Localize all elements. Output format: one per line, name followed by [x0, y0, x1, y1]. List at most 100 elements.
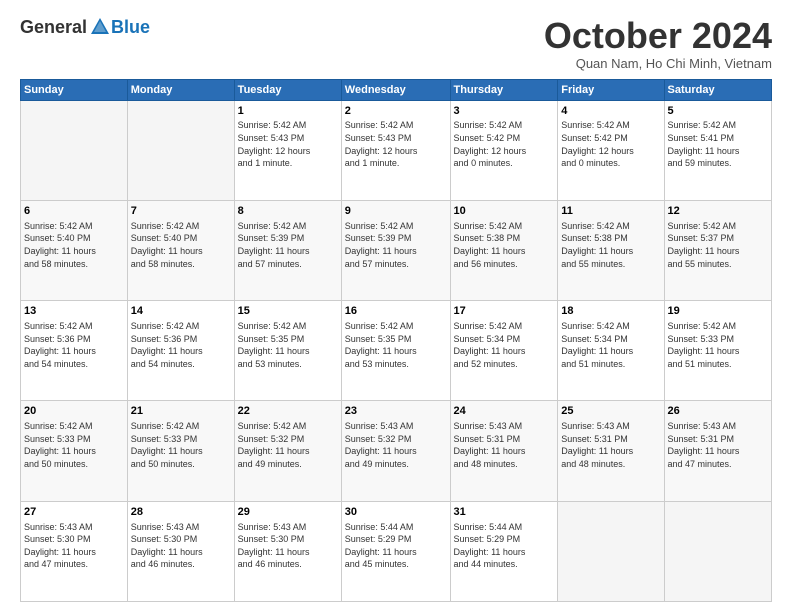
calendar-cell: 4Sunrise: 5:42 AMSunset: 5:42 PMDaylight… [558, 100, 664, 200]
day-detail: Sunrise: 5:42 AMSunset: 5:33 PMDaylight:… [131, 420, 231, 470]
calendar-cell [664, 501, 771, 601]
col-sunday: Sunday [21, 79, 128, 100]
calendar-cell: 5Sunrise: 5:42 AMSunset: 5:41 PMDaylight… [664, 100, 771, 200]
day-detail: Sunrise: 5:42 AMSunset: 5:40 PMDaylight:… [24, 220, 124, 270]
day-number: 23 [345, 404, 447, 419]
col-saturday: Saturday [664, 79, 771, 100]
day-detail: Sunrise: 5:42 AMSunset: 5:42 PMDaylight:… [454, 119, 555, 169]
day-detail: Sunrise: 5:42 AMSunset: 5:42 PMDaylight:… [561, 119, 660, 169]
subtitle: Quan Nam, Ho Chi Minh, Vietnam [544, 56, 772, 71]
day-number: 12 [668, 204, 768, 219]
day-detail: Sunrise: 5:42 AMSunset: 5:38 PMDaylight:… [454, 220, 555, 270]
day-number: 27 [24, 505, 124, 520]
day-detail: Sunrise: 5:42 AMSunset: 5:40 PMDaylight:… [131, 220, 231, 270]
day-detail: Sunrise: 5:42 AMSunset: 5:43 PMDaylight:… [345, 119, 447, 169]
calendar-table: Sunday Monday Tuesday Wednesday Thursday… [20, 79, 772, 602]
col-friday: Friday [558, 79, 664, 100]
day-detail: Sunrise: 5:42 AMSunset: 5:36 PMDaylight:… [24, 320, 124, 370]
day-number: 9 [345, 204, 447, 219]
day-detail: Sunrise: 5:42 AMSunset: 5:36 PMDaylight:… [131, 320, 231, 370]
header: General Blue October 2024 Quan Nam, Ho C… [20, 16, 772, 71]
calendar-cell: 14Sunrise: 5:42 AMSunset: 5:36 PMDayligh… [127, 301, 234, 401]
day-number: 7 [131, 204, 231, 219]
calendar-cell: 13Sunrise: 5:42 AMSunset: 5:36 PMDayligh… [21, 301, 128, 401]
day-number: 8 [238, 204, 338, 219]
calendar-cell: 30Sunrise: 5:44 AMSunset: 5:29 PMDayligh… [341, 501, 450, 601]
day-detail: Sunrise: 5:44 AMSunset: 5:29 PMDaylight:… [454, 521, 555, 571]
day-number: 10 [454, 204, 555, 219]
day-number: 25 [561, 404, 660, 419]
calendar-week-4: 20Sunrise: 5:42 AMSunset: 5:33 PMDayligh… [21, 401, 772, 501]
day-detail: Sunrise: 5:42 AMSunset: 5:34 PMDaylight:… [561, 320, 660, 370]
calendar-cell [558, 501, 664, 601]
day-number: 24 [454, 404, 555, 419]
day-number: 29 [238, 505, 338, 520]
logo-area: General Blue [20, 16, 150, 38]
day-detail: Sunrise: 5:42 AMSunset: 5:38 PMDaylight:… [561, 220, 660, 270]
calendar-cell: 10Sunrise: 5:42 AMSunset: 5:38 PMDayligh… [450, 200, 558, 300]
calendar-cell: 1Sunrise: 5:42 AMSunset: 5:43 PMDaylight… [234, 100, 341, 200]
day-number: 30 [345, 505, 447, 520]
day-detail: Sunrise: 5:42 AMSunset: 5:33 PMDaylight:… [24, 420, 124, 470]
calendar-cell: 27Sunrise: 5:43 AMSunset: 5:30 PMDayligh… [21, 501, 128, 601]
day-detail: Sunrise: 5:42 AMSunset: 5:32 PMDaylight:… [238, 420, 338, 470]
day-number: 26 [668, 404, 768, 419]
calendar-cell: 21Sunrise: 5:42 AMSunset: 5:33 PMDayligh… [127, 401, 234, 501]
calendar-cell: 2Sunrise: 5:42 AMSunset: 5:43 PMDaylight… [341, 100, 450, 200]
calendar-cell: 7Sunrise: 5:42 AMSunset: 5:40 PMDaylight… [127, 200, 234, 300]
col-thursday: Thursday [450, 79, 558, 100]
day-number: 2 [345, 104, 447, 119]
calendar-cell: 25Sunrise: 5:43 AMSunset: 5:31 PMDayligh… [558, 401, 664, 501]
day-number: 21 [131, 404, 231, 419]
day-number: 13 [24, 304, 124, 319]
calendar-cell: 19Sunrise: 5:42 AMSunset: 5:33 PMDayligh… [664, 301, 771, 401]
logo-blue: Blue [111, 17, 150, 38]
day-detail: Sunrise: 5:43 AMSunset: 5:30 PMDaylight:… [131, 521, 231, 571]
calendar-cell: 16Sunrise: 5:42 AMSunset: 5:35 PMDayligh… [341, 301, 450, 401]
col-wednesday: Wednesday [341, 79, 450, 100]
day-detail: Sunrise: 5:42 AMSunset: 5:33 PMDaylight:… [668, 320, 768, 370]
day-detail: Sunrise: 5:42 AMSunset: 5:37 PMDaylight:… [668, 220, 768, 270]
logo-icon [89, 16, 111, 38]
calendar-cell: 3Sunrise: 5:42 AMSunset: 5:42 PMDaylight… [450, 100, 558, 200]
day-number: 16 [345, 304, 447, 319]
day-number: 17 [454, 304, 555, 319]
day-number: 11 [561, 204, 660, 219]
day-detail: Sunrise: 5:43 AMSunset: 5:30 PMDaylight:… [238, 521, 338, 571]
day-detail: Sunrise: 5:43 AMSunset: 5:31 PMDaylight:… [561, 420, 660, 470]
calendar-cell: 28Sunrise: 5:43 AMSunset: 5:30 PMDayligh… [127, 501, 234, 601]
day-number: 3 [454, 104, 555, 119]
day-number: 19 [668, 304, 768, 319]
day-detail: Sunrise: 5:42 AMSunset: 5:34 PMDaylight:… [454, 320, 555, 370]
logo: General Blue [20, 16, 150, 38]
calendar-cell: 12Sunrise: 5:42 AMSunset: 5:37 PMDayligh… [664, 200, 771, 300]
day-number: 6 [24, 204, 124, 219]
day-number: 31 [454, 505, 555, 520]
calendar-cell: 15Sunrise: 5:42 AMSunset: 5:35 PMDayligh… [234, 301, 341, 401]
calendar-cell: 29Sunrise: 5:43 AMSunset: 5:30 PMDayligh… [234, 501, 341, 601]
title-area: October 2024 Quan Nam, Ho Chi Minh, Viet… [544, 16, 772, 71]
calendar-cell: 20Sunrise: 5:42 AMSunset: 5:33 PMDayligh… [21, 401, 128, 501]
calendar-week-5: 27 Sunrise: 5:43 AMSunset: 5:30 PMDayligh… [21, 501, 772, 601]
day-detail: Sunrise: 5:42 AMSunset: 5:43 PMDaylight:… [238, 119, 338, 169]
header-row: Sunday Monday Tuesday Wednesday Thursday… [21, 79, 772, 100]
day-number: 20 [24, 404, 124, 419]
day-number: 18 [561, 304, 660, 319]
calendar-cell: 8Sunrise: 5:42 AMSunset: 5:39 PMDaylight… [234, 200, 341, 300]
calendar-cell: 22Sunrise: 5:42 AMSunset: 5:32 PMDayligh… [234, 401, 341, 501]
calendar-cell [127, 100, 234, 200]
day-number: 15 [238, 304, 338, 319]
day-number: 28 [131, 505, 231, 520]
calendar-cell [21, 100, 128, 200]
day-detail: Sunrise: 5:42 AMSunset: 5:39 PMDaylight:… [345, 220, 447, 270]
calendar-cell: 17Sunrise: 5:42 AMSunset: 5:34 PMDayligh… [450, 301, 558, 401]
calendar-cell: 31Sunrise: 5:44 AMSunset: 5:29 PMDayligh… [450, 501, 558, 601]
logo-general: General [20, 17, 87, 38]
day-detail: Sunrise: 5:42 AMSunset: 5:41 PMDaylight:… [668, 119, 768, 169]
col-monday: Monday [127, 79, 234, 100]
day-number: 4 [561, 104, 660, 119]
calendar-cell: 23Sunrise: 5:43 AMSunset: 5:32 PMDayligh… [341, 401, 450, 501]
calendar-cell: 18Sunrise: 5:42 AMSunset: 5:34 PMDayligh… [558, 301, 664, 401]
calendar-cell: 24Sunrise: 5:43 AMSunset: 5:31 PMDayligh… [450, 401, 558, 501]
calendar-week-3: 13Sunrise: 5:42 AMSunset: 5:36 PMDayligh… [21, 301, 772, 401]
